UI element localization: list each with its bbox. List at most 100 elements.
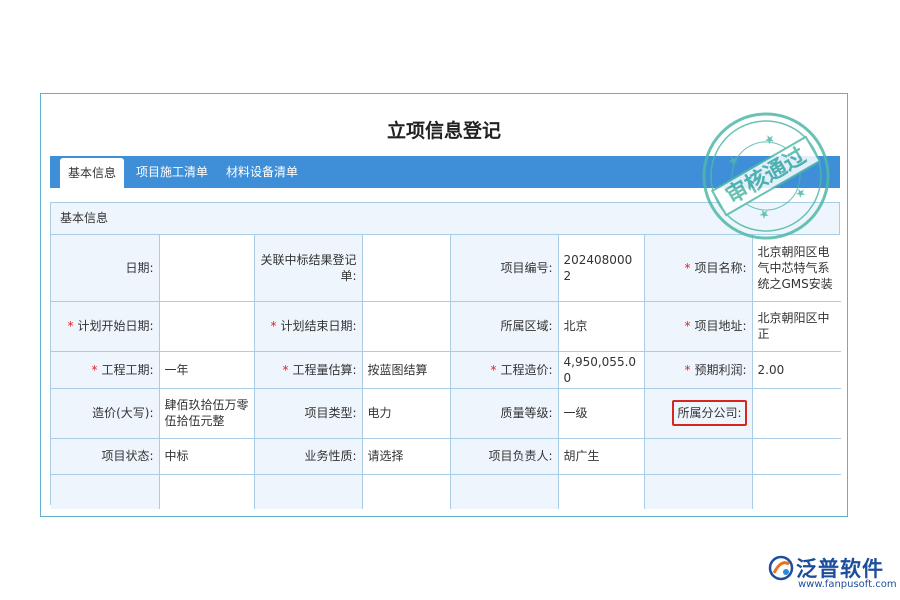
brand-mark-icon <box>768 555 794 581</box>
label-text: 造价(大写): <box>92 406 153 420</box>
field-label-text: 项目编号: <box>500 261 552 275</box>
tab-construction-list[interactable]: 项目施工清单 <box>132 156 212 188</box>
field-value[interactable]: 一年 <box>159 351 254 388</box>
field-value[interactable] <box>752 474 841 509</box>
label-text: 预期利润: <box>694 363 746 377</box>
field-label: 所属分公司: <box>644 388 752 438</box>
required-mark: * <box>684 261 690 275</box>
label-text: 项目类型: <box>304 406 356 420</box>
form-grid: 日期:关联中标结果登记单:项目编号:2024080002*项目名称:北京朝阳区电… <box>51 235 841 509</box>
field-label: 质量等级: <box>450 388 558 438</box>
field-label-text: 关联中标结果登记单: <box>260 253 356 283</box>
field-value[interactable] <box>752 388 841 438</box>
field-label: 项目编号: <box>450 235 558 301</box>
field-label <box>51 474 159 509</box>
field-label-text: 质量等级: <box>500 406 552 420</box>
field-label: * 工程造价: <box>450 351 558 388</box>
field-value[interactable]: 2024080002 <box>558 235 644 301</box>
field-value[interactable] <box>752 438 841 474</box>
field-label: 日期: <box>51 235 159 301</box>
label-text: 所属分公司: <box>677 406 741 420</box>
field-value[interactable] <box>362 301 450 351</box>
field-value[interactable] <box>558 474 644 509</box>
label-text: 质量等级: <box>500 406 552 420</box>
field-value[interactable]: 按蓝图结算 <box>362 351 450 388</box>
field-value[interactable]: 2.00 <box>752 351 841 388</box>
field-value[interactable] <box>159 235 254 301</box>
label-text: 项目名称: <box>694 261 746 275</box>
field-label: * 计划开始日期: <box>51 301 159 351</box>
field-label-text: * 工程量估算: <box>282 363 356 377</box>
field-label-text: * 计划开始日期: <box>67 319 153 333</box>
svg-text:★: ★ <box>761 131 777 149</box>
field-label: 项目类型: <box>254 388 362 438</box>
field-label: * 项目地址: <box>644 301 752 351</box>
field-label: 关联中标结果登记单: <box>254 235 362 301</box>
label-text: 项目地址: <box>694 319 746 333</box>
brand-url: www.fanpusoft.com <box>798 579 897 590</box>
form-row: 项目状态: 中标业务性质:请选择 项目负责人: 胡广生 <box>51 438 841 474</box>
form-row <box>51 474 841 509</box>
basic-info-form: 基本信息 日期:关联中标结果登记单:项目编号:2024080002*项目名称:北… <box>50 202 840 505</box>
form-row: 造价(大写): 肆佰玖拾伍万零伍拾伍元整 项目类型: 电力 质量等级: 一级 所属分公司: <box>51 388 841 438</box>
label-text: 项目状态: <box>101 449 153 463</box>
field-label-text: * 工程造价: <box>490 363 552 377</box>
required-mark: * <box>282 363 288 377</box>
field-value[interactable] <box>159 474 254 509</box>
field-value[interactable]: 北京朝阳区中正 <box>752 301 841 351</box>
field-label: *计划结束日期: <box>254 301 362 351</box>
field-label <box>644 474 752 509</box>
label-text: 工程工期: <box>101 363 153 377</box>
field-value[interactable]: 4,950,055.00 <box>558 351 644 388</box>
svg-text:★: ★ <box>792 184 808 202</box>
required-mark: * <box>91 363 97 377</box>
highlighted-field-label: 所属分公司: <box>672 400 746 426</box>
form-row: * 计划开始日期: *计划结束日期: 所属区域: 北京 * 项目地址: 北京朝阳区中正 <box>51 301 841 351</box>
label-text: 日期: <box>125 261 153 275</box>
field-label-text: *预期利润: <box>684 363 746 377</box>
tab-material-equipment-list[interactable]: 材料设备清单 <box>222 156 302 188</box>
label-text: 计划开始日期: <box>77 319 153 333</box>
field-value[interactable]: 电力 <box>362 388 450 438</box>
label-text: 工程造价: <box>500 363 552 377</box>
field-label: *预期利润: <box>644 351 752 388</box>
field-value[interactable] <box>159 301 254 351</box>
field-label: 所属区域: <box>450 301 558 351</box>
field-label: 业务性质: <box>254 438 362 474</box>
field-value[interactable]: 中标 <box>159 438 254 474</box>
svg-text:★: ★ <box>725 152 741 170</box>
field-value[interactable]: 一级 <box>558 388 644 438</box>
field-label-text: 日期: <box>125 261 153 275</box>
label-text: 计划结束日期: <box>280 319 356 333</box>
field-label: 造价(大写): <box>51 388 159 438</box>
label-text: 工程量估算: <box>292 363 356 377</box>
brand-logo: 泛普软件 www.fanpusoft.com <box>768 553 894 593</box>
svg-text:★: ★ <box>756 205 772 223</box>
field-value[interactable]: 请选择 <box>362 438 450 474</box>
field-value[interactable]: 肆佰玖拾伍万零伍拾伍元整 <box>159 388 254 438</box>
required-mark: * <box>684 319 690 333</box>
field-value[interactable]: 北京 <box>558 301 644 351</box>
field-label-text: *计划结束日期: <box>270 319 356 333</box>
field-label-text: * 项目名称: <box>684 261 746 275</box>
label-text: 关联中标结果登记单: <box>260 253 356 283</box>
field-label: 项目状态: <box>51 438 159 474</box>
tab-basic-info[interactable]: 基本信息 <box>60 158 124 188</box>
field-label <box>450 474 558 509</box>
field-label-text: 所属区域: <box>500 319 552 333</box>
required-mark: * <box>490 363 496 377</box>
field-value[interactable] <box>362 235 450 301</box>
field-label-text: * 工程工期: <box>91 363 153 377</box>
field-label-text: 项目状态: <box>101 449 153 463</box>
required-mark: * <box>67 319 73 333</box>
form-row: * 工程工期: 一年 * 工程量估算: 按蓝图结算 * 工程造价: 4,950,055.00 *预… <box>51 351 841 388</box>
field-value[interactable]: 胡广生 <box>558 438 644 474</box>
field-label-text: 项目类型: <box>304 406 356 420</box>
field-label <box>254 474 362 509</box>
field-label-text: 项目负责人: <box>488 449 552 463</box>
field-label: * 工程量估算: <box>254 351 362 388</box>
field-value[interactable] <box>362 474 450 509</box>
label-text: 项目编号: <box>500 261 552 275</box>
field-label: 项目负责人: <box>450 438 558 474</box>
field-label <box>644 438 752 474</box>
